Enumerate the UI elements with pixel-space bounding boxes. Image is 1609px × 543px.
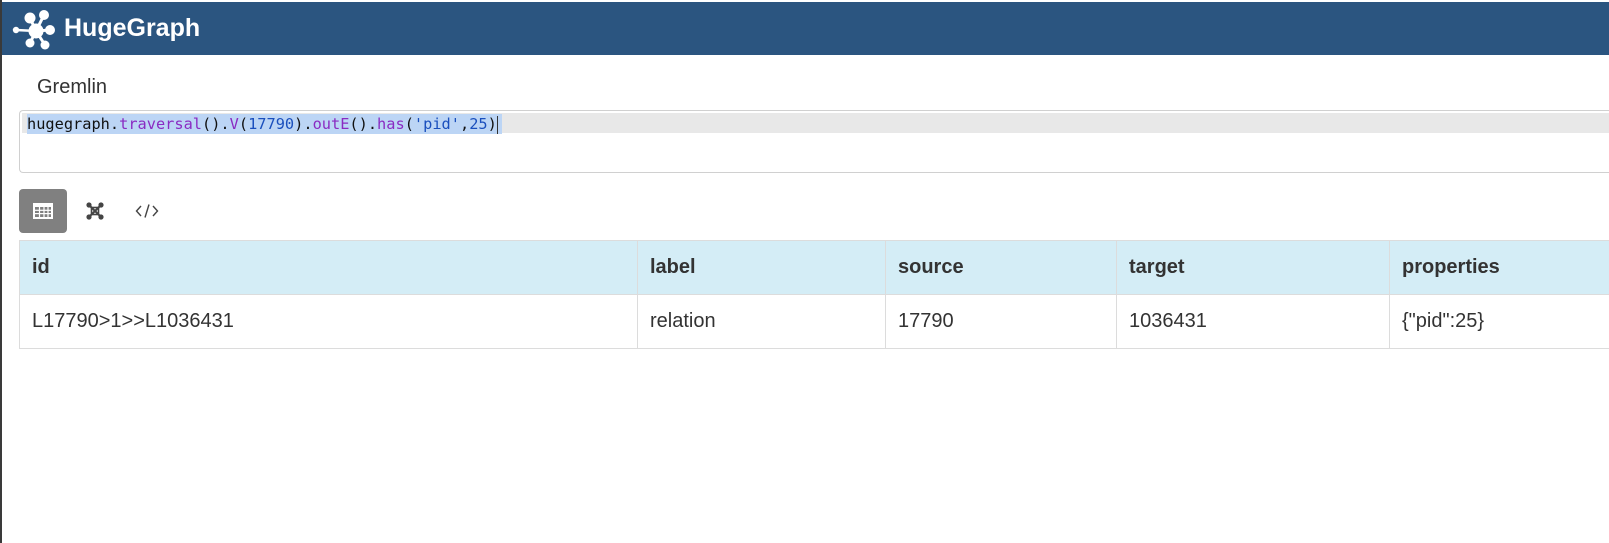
table-header-row: id label source target properties: [19, 240, 1609, 295]
column-header-label[interactable]: label: [637, 240, 886, 295]
code-token: 17790: [248, 115, 295, 133]
column-header-id[interactable]: id: [19, 240, 638, 295]
table-view-button[interactable]: [19, 189, 67, 233]
table-row[interactable]: L17790>1>>L1036431 relation 17790 103643…: [19, 294, 1609, 349]
code-token: ().: [202, 115, 230, 133]
code-token: ().: [349, 115, 378, 133]
code-token: outE: [312, 115, 350, 133]
hugegraph-logo-icon[interactable]: [10, 6, 58, 52]
code-token: 'pid': [413, 115, 460, 133]
column-header-source[interactable]: source: [885, 240, 1117, 295]
cell-label: relation: [637, 294, 886, 349]
gremlin-query-editor[interactable]: hugegraph.traversal().V(17790).outE().ha…: [19, 110, 1609, 173]
top-navbar: HugeGraph: [2, 2, 1609, 55]
code-token: hugegraph: [27, 115, 110, 133]
gremlin-label: Gremlin: [37, 76, 108, 98]
json-view-button[interactable]: [123, 189, 171, 233]
text-cursor: [496, 115, 498, 134]
code-token: V: [229, 115, 239, 133]
code-token: (: [238, 115, 249, 133]
code-icon: [135, 204, 159, 218]
code-token: 25: [469, 115, 488, 133]
table-icon: [33, 203, 53, 219]
code-token: .: [109, 115, 120, 133]
code-token: (: [404, 115, 414, 133]
result-view-tabs: [19, 189, 171, 233]
cell-properties: {"pid":25}: [1389, 294, 1609, 349]
page: HugeGraph Gremlin hugegraph.traversal().…: [0, 0, 1609, 543]
cell-id: L17790>1>>L1036431: [19, 294, 638, 349]
code-token: traversal: [119, 115, 202, 133]
code-token: ).: [294, 115, 313, 133]
graph-icon: [86, 202, 104, 220]
graph-view-button[interactable]: [71, 189, 119, 233]
cell-target: 1036431: [1116, 294, 1390, 349]
brand-name[interactable]: HugeGraph: [64, 14, 200, 43]
column-header-properties[interactable]: properties: [1389, 240, 1609, 295]
query-code[interactable]: hugegraph.traversal().V(17790).outE().ha…: [27, 114, 502, 134]
results-table: id label source target properties L17790…: [19, 240, 1609, 349]
cell-source: 17790: [885, 294, 1117, 349]
code-token: ): [487, 115, 497, 133]
code-token: has: [377, 115, 405, 133]
code-token: ,: [459, 115, 470, 133]
column-header-target[interactable]: target: [1116, 240, 1390, 295]
